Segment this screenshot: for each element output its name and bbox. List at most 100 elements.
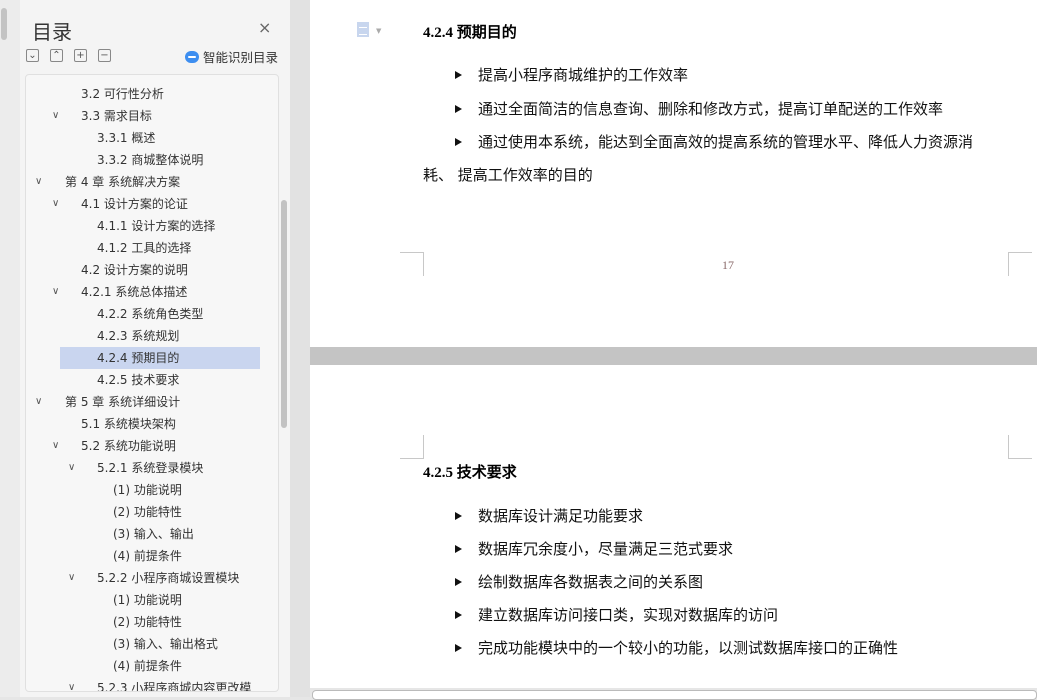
bullet-item: 通过使用本系统，能达到全面高效的提高系统的管理水平、降低人力资源消 — [455, 131, 973, 152]
bullet-icon — [455, 512, 462, 520]
bullet-item: 通过全面简洁的信息查询、删除和修改方式，提高订单配送的工作效率 — [455, 98, 943, 119]
bullet-icon — [455, 545, 462, 553]
bullet-icon — [455, 578, 462, 586]
toc-item[interactable]: (1) 功能说明 — [26, 479, 276, 501]
toc-item-label: 4.2.3 系统规划 — [97, 329, 180, 343]
toc-item[interactable]: 4.2.3 系统规划 — [26, 325, 276, 347]
toc-item-label: 4.2.1 系统总体描述 — [81, 285, 188, 299]
toc-item-label: 4.2.4 预期目的 — [97, 351, 180, 365]
page-corner-mark — [1008, 252, 1032, 276]
left-scrollbar[interactable] — [0, 0, 20, 697]
toc-item[interactable]: ∨ 5.2.3 小程序商城内容更改模 — [26, 677, 276, 692]
panel-divider[interactable] — [290, 0, 310, 697]
toc-item[interactable]: 4.2.2 系统角色类型 — [26, 303, 276, 325]
paragraph-continuation: 耗、 提高工作效率的目的 — [423, 166, 593, 184]
toc-item-label: 3.3 需求目标 — [81, 109, 152, 123]
toc-item-label: 4.1.2 工具的选择 — [97, 241, 192, 255]
toc-item-label: (3) 输入、输出格式 — [113, 637, 218, 651]
bullet-item: 建立数据库访问接口类，实现对数据库的访问 — [455, 604, 778, 625]
bullet-icon — [455, 71, 462, 79]
chevron-down-icon[interactable]: ∨ — [52, 105, 59, 127]
toc-panel: 目录 × ⌄ ⌃ + − 智能识别目录 3.2 可行性分析 ∨ 3.3 需求目标 3.… — [20, 0, 290, 697]
bullet-item: 提高小程序商城维护的工作效率 — [455, 64, 688, 85]
bullet-icon — [455, 611, 462, 619]
document-icon[interactable] — [357, 22, 369, 37]
toc-item[interactable]: (3) 输入、输出 — [26, 523, 276, 545]
document-page: 17 — [310, 0, 1037, 347]
toc-item[interactable]: (2) 功能特性 — [26, 611, 276, 633]
toc-item[interactable]: ∨ 4.1 设计方案的论证 — [26, 193, 276, 215]
page-gap — [310, 347, 1037, 365]
smart-label: 智能识别目录 — [203, 50, 279, 65]
toc-item-label: (1) 功能说明 — [113, 593, 182, 607]
toc-item[interactable]: 4.2.5 技术要求 — [26, 369, 276, 391]
page-corner-mark — [400, 252, 424, 276]
toc-item[interactable]: (4) 前提条件 — [26, 655, 276, 677]
toc-item[interactable]: (2) 功能特性 — [26, 501, 276, 523]
bottom-scrollbar[interactable] — [310, 688, 1037, 700]
chevron-down-icon[interactable]: ∨ — [68, 677, 75, 691]
toc-item-label: 4.1 设计方案的论证 — [81, 197, 188, 211]
toc-item-label: 5.2 系统功能说明 — [81, 439, 176, 453]
bullet-item: 数据库冗余度小，尽量满足三范式要求 — [455, 538, 733, 559]
toc-item-label: 第 4 章 系统解决方案 — [65, 175, 181, 189]
chevron-down-icon[interactable]: ∨ — [68, 567, 75, 589]
toc-item[interactable]: ∨ 3.3 需求目标 — [26, 105, 276, 127]
dropdown-arrow-icon[interactable]: ▼ — [376, 27, 381, 35]
toc-item-label: 第 5 章 系统详细设计 — [65, 395, 181, 409]
toc-list: 3.2 可行性分析 ∨ 3.3 需求目标 3.3.1 概述 3.3.2 商城整体说明 ∨ 第… — [25, 74, 279, 692]
toc-title: 目录 — [32, 20, 72, 44]
toc-item-label: 5.2.1 系统登录模块 — [97, 461, 204, 475]
toc-item-label: 5.2.2 小程序商城设置模块 — [97, 571, 240, 585]
chevron-down-icon[interactable]: ∨ — [68, 457, 75, 479]
section-heading: 4.2.4 预期目的 — [423, 25, 517, 41]
chevron-down-icon[interactable]: ∨ — [52, 193, 59, 215]
toc-item[interactable]: 3.3.1 概述 — [26, 127, 276, 149]
toc-item[interactable]: ∨ 5.2.1 系统登录模块 — [26, 457, 276, 479]
toc-item[interactable]: 4.1.2 工具的选择 — [26, 237, 276, 259]
bullet-icon — [455, 138, 462, 146]
toc-item-label: 3.3.2 商城整体说明 — [97, 153, 204, 167]
toc-item[interactable]: 4.2.4 预期目的 — [60, 347, 260, 369]
toc-item[interactable]: ∨ 第 5 章 系统详细设计 — [26, 391, 276, 413]
collapse-all-button[interactable]: ⌃ — [50, 49, 63, 62]
toc-item[interactable]: ∨ 5.2 系统功能说明 — [26, 435, 276, 457]
toc-item-label: 4.2 设计方案的说明 — [81, 263, 188, 277]
toc-item[interactable]: ∨ 5.2.2 小程序商城设置模块 — [26, 567, 276, 589]
toc-item-label: (4) 前提条件 — [113, 549, 182, 563]
toc-item[interactable]: 4.2 设计方案的说明 — [26, 259, 276, 281]
toc-item-label: 4.2.5 技术要求 — [97, 373, 180, 387]
expand-all-button[interactable]: ⌄ — [26, 49, 39, 62]
toc-item[interactable]: 3.2 可行性分析 — [26, 83, 276, 105]
remove-heading-button[interactable]: − — [98, 49, 111, 62]
ai-icon — [185, 50, 199, 63]
toc-item-label: 5.1 系统模块架构 — [81, 417, 176, 431]
toc-item[interactable]: (4) 前提条件 — [26, 545, 276, 567]
toc-item-label: (4) 前提条件 — [113, 659, 182, 673]
toc-item[interactable]: (1) 功能说明 — [26, 589, 276, 611]
toc-item-label: (2) 功能特性 — [113, 615, 182, 629]
toc-item[interactable]: 3.3.2 商城整体说明 — [26, 149, 276, 171]
bullet-item: 完成功能模块中的一个较小的功能，以测试数据库接口的正确性 — [455, 637, 898, 658]
page-corner-mark — [400, 435, 424, 459]
chevron-down-icon[interactable]: ∨ — [35, 391, 42, 413]
toc-item-label: 3.3.1 概述 — [97, 131, 156, 145]
toc-item[interactable]: ∨ 第 4 章 系统解决方案 — [26, 171, 276, 193]
toc-item[interactable]: ∨ 4.2.1 系统总体描述 — [26, 281, 276, 303]
toc-item-label: 5.2.3 小程序商城内容更改模 — [97, 681, 252, 692]
toc-scrollbar[interactable] — [281, 200, 287, 428]
add-heading-button[interactable]: + — [74, 49, 87, 62]
close-icon[interactable]: × — [258, 18, 271, 37]
toc-item-label: 4.1.1 设计方案的选择 — [97, 219, 216, 233]
toc-item[interactable]: (3) 输入、输出格式 — [26, 633, 276, 655]
toc-item[interactable]: 5.1 系统模块架构 — [26, 413, 276, 435]
toc-item[interactable]: 4.1.1 设计方案的选择 — [26, 215, 276, 237]
chevron-down-icon[interactable]: ∨ — [35, 171, 42, 193]
chevron-down-icon[interactable]: ∨ — [52, 281, 59, 303]
toc-item-label: (2) 功能特性 — [113, 505, 182, 519]
smart-recognize-toc-button[interactable]: 智能识别目录 — [185, 47, 278, 66]
bullet-icon — [455, 644, 462, 652]
chevron-down-icon[interactable]: ∨ — [52, 435, 59, 457]
bullet-item: 数据库设计满足功能要求 — [455, 505, 643, 526]
scrollbar-thumb[interactable] — [1, 8, 7, 40]
